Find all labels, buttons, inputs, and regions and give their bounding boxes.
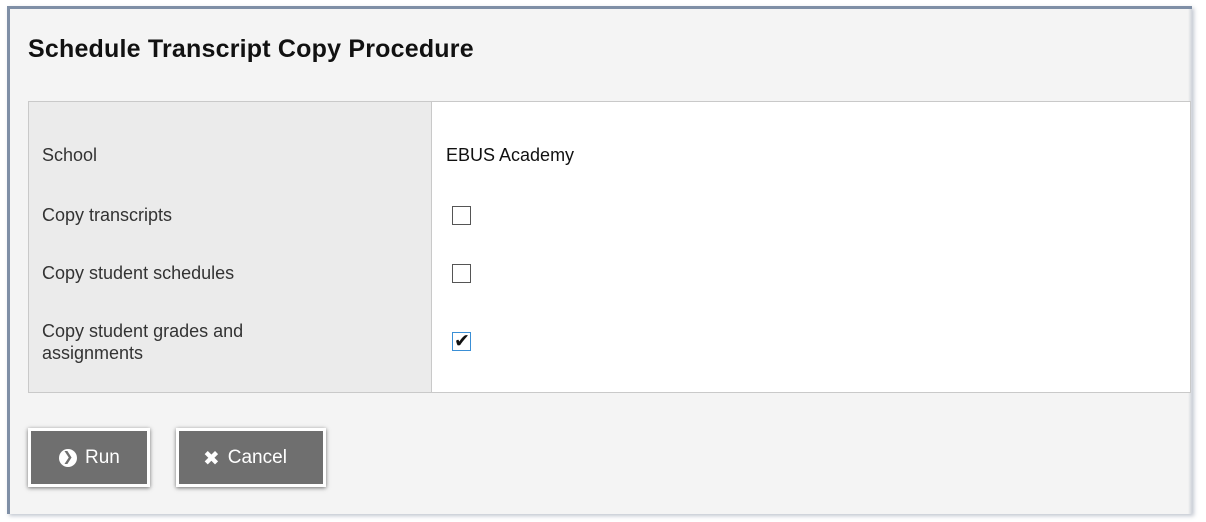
dialog-panel: Schedule Transcript Copy Procedure Schoo… xyxy=(7,6,1192,514)
run-button-label: Run xyxy=(85,446,120,468)
copy-transcripts-checkbox[interactable] xyxy=(452,206,471,225)
copy-student-schedules-label: Copy student schedules xyxy=(42,263,235,283)
copy-transcripts-label: Copy transcripts xyxy=(42,205,173,225)
school-label: School xyxy=(42,145,98,165)
run-button[interactable]: ❯ Run xyxy=(28,428,150,487)
label-column: School Copy transcripts Copy student sch… xyxy=(29,102,432,392)
cancel-button-label: Cancel xyxy=(227,446,287,468)
x-icon: ✖ xyxy=(203,445,220,470)
value-column: EBUS Academy ✔ xyxy=(432,102,1190,392)
circle-chevron-right-icon: ❯ xyxy=(59,448,77,467)
copy-student-grades-checkbox[interactable]: ✔ xyxy=(452,330,471,352)
page-title: Schedule Transcript Copy Procedure xyxy=(28,35,474,63)
checkmark-icon: ✔ xyxy=(454,330,470,352)
cancel-button[interactable]: ✖ Cancel xyxy=(176,428,326,487)
school-value: EBUS Academy xyxy=(446,145,575,165)
copy-student-schedules-checkbox[interactable] xyxy=(452,264,471,283)
copy-student-grades-label: Copy student grades and assignments xyxy=(42,321,244,363)
procedure-form: School Copy transcripts Copy student sch… xyxy=(28,101,1191,393)
